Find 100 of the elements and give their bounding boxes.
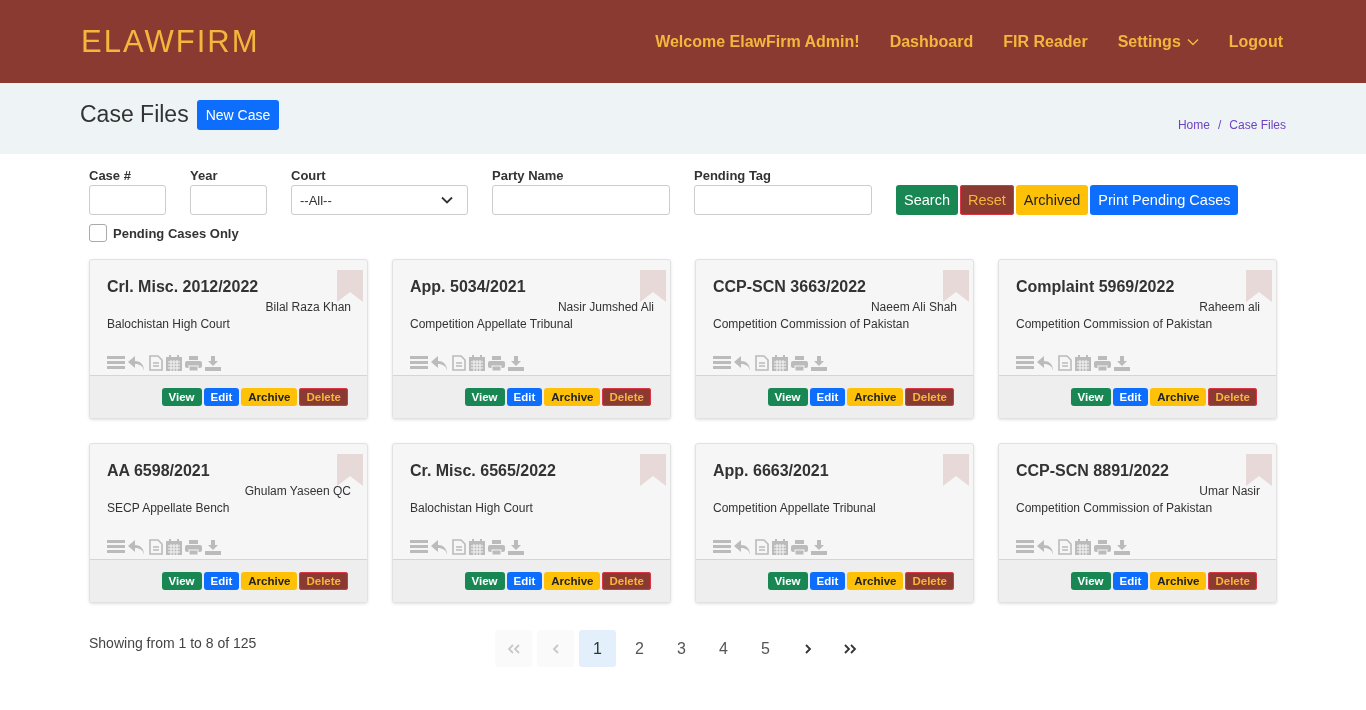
logo[interactable]: ELAWFIRM xyxy=(81,23,260,60)
text-field[interactable] xyxy=(190,185,267,215)
bookmark-icon[interactable] xyxy=(640,454,666,486)
reply-icon[interactable] xyxy=(128,539,146,555)
list-icon[interactable] xyxy=(1016,356,1034,370)
nav-dropdown[interactable]: Settings xyxy=(1117,32,1199,51)
card-button[interactable]: Delete xyxy=(602,388,651,406)
printer-icon[interactable] xyxy=(488,539,505,555)
reply-icon[interactable] xyxy=(128,355,146,371)
nav-link[interactable]: Welcome ElawFirm Admin! xyxy=(655,32,860,51)
printer-icon[interactable] xyxy=(791,539,808,555)
reply-icon[interactable] xyxy=(734,355,752,371)
reply-icon[interactable] xyxy=(734,539,752,555)
download-icon[interactable] xyxy=(205,539,221,555)
nav-link[interactable]: FIR Reader xyxy=(1003,32,1088,51)
document-icon[interactable] xyxy=(452,539,466,555)
page-link[interactable]: 1 xyxy=(579,630,616,667)
card-button[interactable]: Edit xyxy=(809,388,846,406)
printer-icon[interactable] xyxy=(488,355,505,371)
calendar-icon[interactable] xyxy=(469,539,485,555)
printer-icon[interactable] xyxy=(1094,539,1111,555)
calendar-icon[interactable] xyxy=(469,355,485,371)
bookmark-icon[interactable] xyxy=(1246,454,1272,486)
card-button[interactable]: Archive xyxy=(544,388,601,406)
card-button[interactable]: View xyxy=(161,388,202,406)
download-icon[interactable] xyxy=(811,539,827,555)
reply-icon[interactable] xyxy=(1037,539,1055,555)
filter-button[interactable]: Search xyxy=(896,185,958,215)
list-icon[interactable] xyxy=(713,540,731,554)
card-button[interactable]: Archive xyxy=(241,388,298,406)
calendar-icon[interactable] xyxy=(1075,355,1091,371)
card-button[interactable]: View xyxy=(767,572,808,590)
bookmark-icon[interactable] xyxy=(1246,270,1272,302)
card-button[interactable]: View xyxy=(161,572,202,590)
page-link[interactable]: 2 xyxy=(621,630,658,667)
card-button[interactable]: Edit xyxy=(809,572,846,590)
text-field[interactable] xyxy=(492,185,670,215)
card-button[interactable]: View xyxy=(1070,388,1111,406)
nav-link[interactable]: Dashboard xyxy=(889,32,974,51)
card-button[interactable]: Delete xyxy=(1208,388,1257,406)
download-icon[interactable] xyxy=(508,539,524,555)
text-field[interactable] xyxy=(694,185,872,215)
breadcrumb-link[interactable]: Case Files xyxy=(1229,117,1286,132)
bookmark-icon[interactable] xyxy=(337,270,363,302)
card-button[interactable]: Edit xyxy=(203,388,240,406)
reply-icon[interactable] xyxy=(1037,355,1055,371)
page-link[interactable]: 4 xyxy=(705,630,742,667)
printer-icon[interactable] xyxy=(185,355,202,371)
card-button[interactable]: Archive xyxy=(847,388,904,406)
text-field[interactable] xyxy=(89,185,166,215)
bookmark-icon[interactable] xyxy=(337,454,363,486)
printer-icon[interactable] xyxy=(185,539,202,555)
document-icon[interactable] xyxy=(149,539,163,555)
document-icon[interactable] xyxy=(452,355,466,371)
card-button[interactable]: Archive xyxy=(241,572,298,590)
list-icon[interactable] xyxy=(410,540,428,554)
document-icon[interactable] xyxy=(755,539,769,555)
download-icon[interactable] xyxy=(1114,539,1130,555)
card-button[interactable]: Archive xyxy=(1150,572,1207,590)
card-button[interactable]: Delete xyxy=(602,572,651,590)
card-button[interactable]: Edit xyxy=(506,388,543,406)
reply-icon[interactable] xyxy=(431,539,449,555)
calendar-icon[interactable] xyxy=(166,355,182,371)
court-select[interactable]: --All-- xyxy=(291,185,468,215)
card-button[interactable]: Edit xyxy=(203,572,240,590)
new-case-button[interactable]: New Case xyxy=(196,99,280,130)
card-button[interactable]: View xyxy=(464,572,505,590)
card-button[interactable]: Edit xyxy=(1112,572,1149,590)
card-button[interactable]: View xyxy=(1070,572,1111,590)
list-icon[interactable] xyxy=(107,356,125,370)
list-icon[interactable] xyxy=(1016,540,1034,554)
list-icon[interactable] xyxy=(713,356,731,370)
calendar-icon[interactable] xyxy=(772,355,788,371)
document-icon[interactable] xyxy=(149,355,163,371)
calendar-icon[interactable] xyxy=(166,539,182,555)
card-button[interactable]: Edit xyxy=(506,572,543,590)
card-button[interactable]: Archive xyxy=(847,572,904,590)
filter-button[interactable]: Reset xyxy=(959,185,1014,215)
bookmark-icon[interactable] xyxy=(640,270,666,302)
document-icon[interactable] xyxy=(1058,539,1072,555)
bookmark-icon[interactable] xyxy=(943,454,969,486)
page-link[interactable]: 3 xyxy=(663,630,700,667)
bookmark-icon[interactable] xyxy=(943,270,969,302)
reply-icon[interactable] xyxy=(431,355,449,371)
card-button[interactable]: Delete xyxy=(1208,572,1257,590)
filter-button[interactable]: Print Pending Cases xyxy=(1090,185,1239,215)
card-button[interactable]: Delete xyxy=(905,572,954,590)
checkbox[interactable] xyxy=(89,224,107,242)
card-button[interactable]: View xyxy=(767,388,808,406)
list-icon[interactable] xyxy=(410,356,428,370)
nav-link[interactable]: Logout xyxy=(1228,32,1283,51)
list-icon[interactable] xyxy=(107,540,125,554)
card-button[interactable]: Delete xyxy=(299,572,348,590)
calendar-icon[interactable] xyxy=(1075,539,1091,555)
download-icon[interactable] xyxy=(205,355,221,371)
card-button[interactable]: Delete xyxy=(299,388,348,406)
download-icon[interactable] xyxy=(811,355,827,371)
card-button[interactable]: Edit xyxy=(1112,388,1149,406)
document-icon[interactable] xyxy=(755,355,769,371)
card-button[interactable]: Archive xyxy=(544,572,601,590)
